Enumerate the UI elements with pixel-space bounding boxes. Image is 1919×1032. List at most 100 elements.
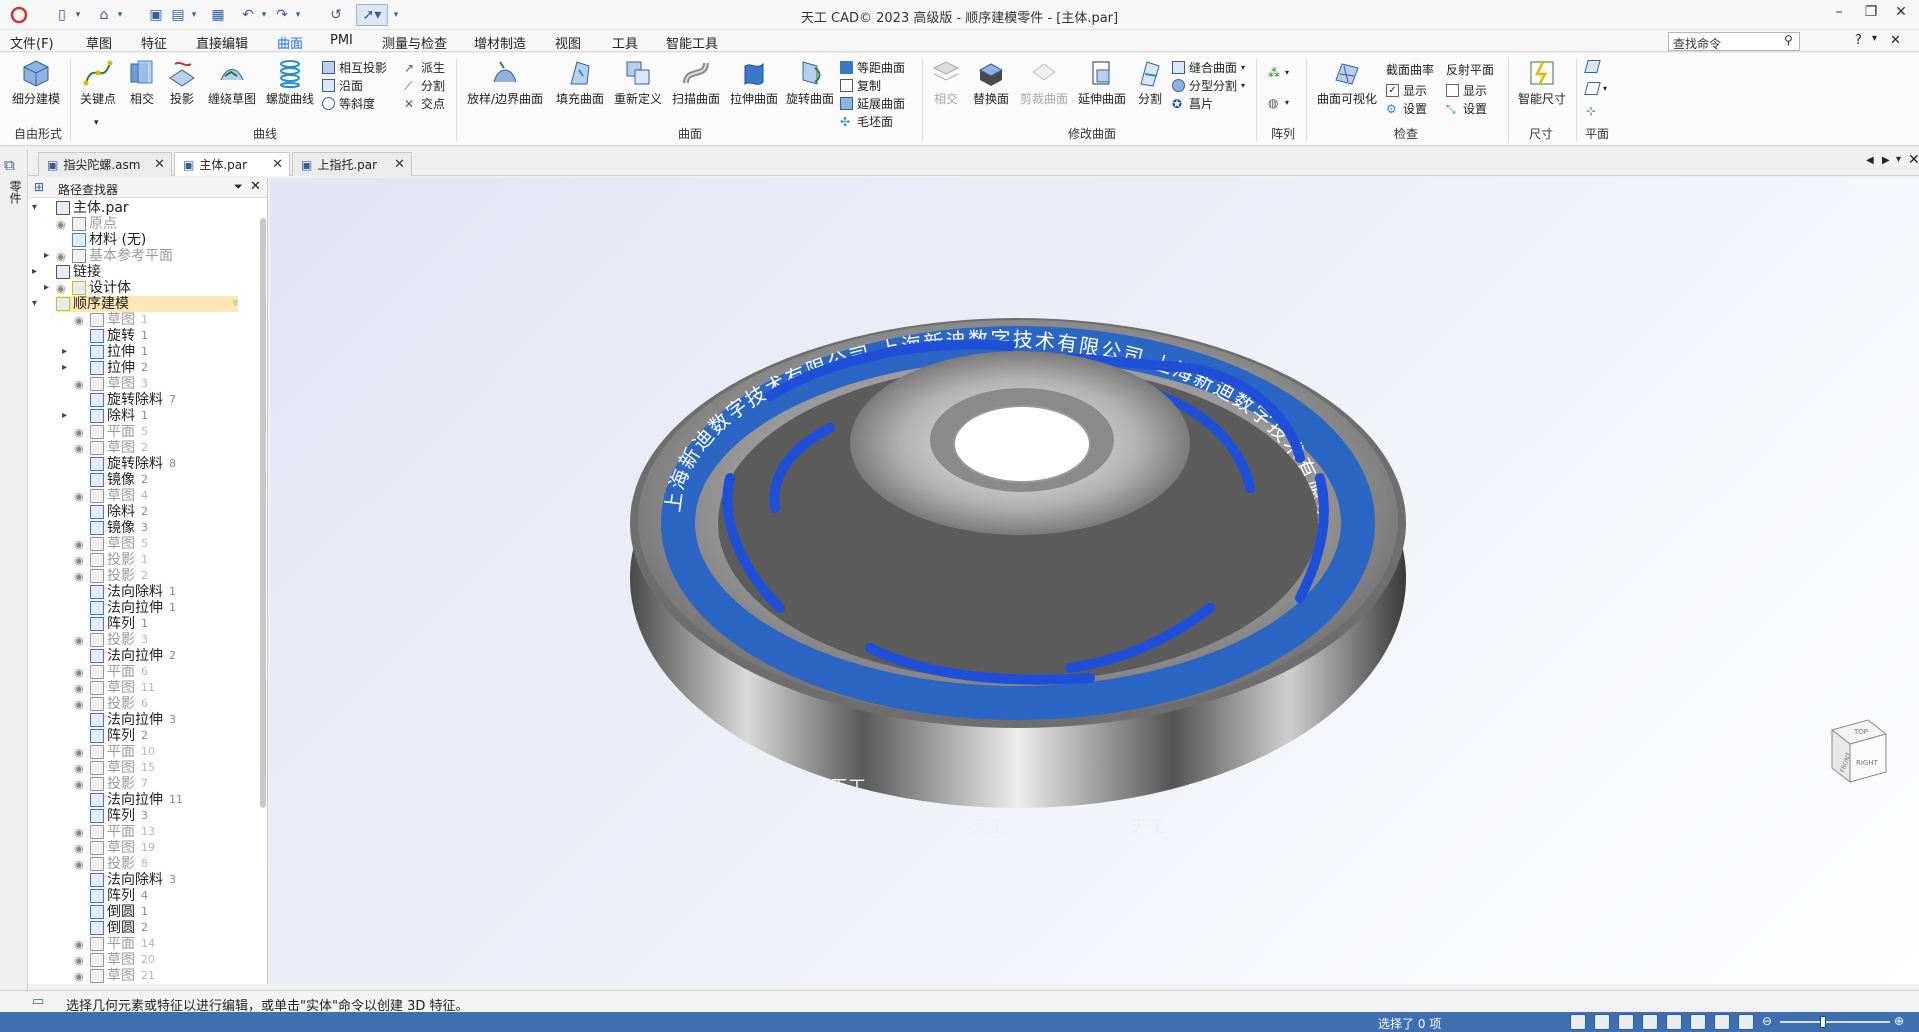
pattern-copy-dropdown-icon[interactable]: ▾ xyxy=(1285,98,1289,107)
visibility-eye-icon[interactable]: ◉ xyxy=(74,570,84,583)
pattern-button-2[interactable]: ◍ ▾ xyxy=(1268,96,1289,110)
smart-dimension-button[interactable]: 智能尺寸 xyxy=(1514,58,1570,107)
visibility-eye-icon[interactable]: ◉ xyxy=(74,378,84,391)
parting-line-button[interactable]: ✪ 菖片 xyxy=(1172,95,1213,112)
menu-view[interactable]: 视图 xyxy=(555,33,581,52)
parting-dropdown-icon[interactable]: ▾ xyxy=(1241,81,1245,90)
view-cube[interactable]: TOP RIGHT FRONT xyxy=(1810,710,1896,796)
collapse-icon[interactable]: ▾ xyxy=(32,202,37,213)
expand-icon[interactable]: ▸ xyxy=(62,410,67,421)
tree-item[interactable]: 草图 20 xyxy=(90,952,155,968)
tree-item[interactable]: 阵列 4 xyxy=(90,888,148,904)
pattern-button-1[interactable]: ⁂ ▾ xyxy=(1268,66,1289,80)
stitch-surface-button[interactable]: 缝合曲面 ▾ xyxy=(1172,59,1245,76)
visibility-eye-icon[interactable]: ◉ xyxy=(74,698,84,711)
tree-item[interactable]: 顺序建模 ▿ xyxy=(56,296,238,312)
parts-tab-label[interactable]: 零件 xyxy=(6,180,22,204)
tree-item[interactable]: 草图 1 xyxy=(90,312,148,328)
copy-surface-button[interactable]: 复制 xyxy=(840,77,881,94)
tab-part-main[interactable]: ▣ 主体.par ✕ xyxy=(174,152,290,176)
isocline-button[interactable]: 等斜度 xyxy=(322,95,375,112)
menu-pmi[interactable]: PMI xyxy=(330,33,353,48)
visibility-eye-icon[interactable]: ◉ xyxy=(74,682,84,695)
parting-split-button[interactable]: 分型分割 ▾ xyxy=(1172,77,1245,94)
pathfinder-filter-icon[interactable]: ⏷ xyxy=(234,180,243,194)
visibility-eye-icon[interactable]: ◉ xyxy=(74,746,84,759)
surface-visualization-button[interactable]: 曲面可视化 xyxy=(1312,58,1382,107)
pan-icon[interactable] xyxy=(1642,1014,1658,1030)
tree-item[interactable]: 平面 5 xyxy=(90,424,148,440)
revolve-surface-button[interactable]: 旋转曲面 xyxy=(782,58,838,107)
along-face-button[interactable]: 沿面 xyxy=(322,77,363,94)
wrap-sketch-button[interactable]: 缠绕草图 xyxy=(204,58,260,107)
pathfinder-close-icon[interactable]: ✕ xyxy=(250,179,261,194)
project-curve-button[interactable]: 投影 xyxy=(164,58,200,107)
extend-face-button[interactable]: 延伸曲面 xyxy=(1074,58,1130,107)
visibility-eye-icon[interactable]: ◉ xyxy=(74,426,84,439)
curvature-settings-button[interactable]: ⚙ 设置 xyxy=(1386,100,1427,117)
visibility-eye-icon[interactable]: ◉ xyxy=(74,490,84,503)
tree-item[interactable]: 投影 6 xyxy=(90,696,148,712)
expand-icon[interactable]: ▸ xyxy=(44,282,49,293)
bluesurf-button[interactable]: 放样/边界曲面 xyxy=(462,58,548,107)
redefine-button[interactable]: 重新定义 xyxy=(610,58,666,107)
menu-direct-edit[interactable]: 直接编辑 xyxy=(196,33,248,52)
visibility-eye-icon[interactable]: ◉ xyxy=(74,858,84,871)
tree-item[interactable]: 法向拉伸 3 xyxy=(90,712,176,728)
subdivision-modeling-button[interactable]: 细分建模 xyxy=(8,58,64,107)
zoom-slider[interactable] xyxy=(1780,1021,1890,1023)
zoom-area-icon[interactable] xyxy=(1570,1014,1586,1030)
visibility-eye-icon[interactable]: ◉ xyxy=(74,762,84,775)
display-icon[interactable] xyxy=(1738,1014,1754,1030)
stitch-dropdown-icon[interactable]: ▾ xyxy=(1241,63,1245,72)
close-tab-icon[interactable]: ✕ xyxy=(154,157,165,172)
tree-item[interactable]: 草图 4 xyxy=(90,488,148,504)
tree-item[interactable]: 草图 15 xyxy=(90,760,155,776)
collapse-icon[interactable]: ▿ xyxy=(233,296,238,312)
visibility-eye-icon[interactable]: ◉ xyxy=(74,666,84,679)
fill-surface-button[interactable]: 填充曲面 xyxy=(552,58,608,107)
tree-item[interactable]: 法向拉伸 1 xyxy=(90,600,176,616)
tree-item[interactable]: 阵列 2 xyxy=(90,728,148,744)
extend-surface-button[interactable]: 延展曲面 xyxy=(840,95,905,112)
tree-item[interactable]: 除料 2 xyxy=(90,504,148,520)
sweep-surface-button[interactable]: 扫描曲面 xyxy=(668,58,724,107)
menu-file[interactable]: 文件(F) xyxy=(10,33,54,52)
visibility-eye-icon[interactable]: ◉ xyxy=(74,778,84,791)
reflect-show-checkbox[interactable]: 显示 xyxy=(1446,82,1487,99)
close-all-tabs-icon[interactable]: ✕ xyxy=(1908,152,1919,168)
reflect-settings-button[interactable]: ⤡ 设置 xyxy=(1446,100,1487,117)
derive-button[interactable]: ↗ 派生 xyxy=(404,59,445,76)
visibility-eye-icon[interactable]: ◉ xyxy=(74,938,84,951)
minimize-icon[interactable]: – xyxy=(1824,4,1854,26)
close-tab-icon[interactable]: ✕ xyxy=(394,157,405,172)
split-face-button[interactable]: 分割 xyxy=(1132,58,1168,107)
intersect-curve-button[interactable]: 相交 xyxy=(124,58,160,107)
tree-item[interactable]: 投影 7 xyxy=(90,776,148,792)
visibility-eye-icon[interactable]: ◉ xyxy=(74,314,84,327)
rough-surface-button[interactable]: ✣ 毛坯面 xyxy=(840,113,893,130)
menu-smart-tools[interactable]: 智能工具 xyxy=(666,33,718,52)
tree-item[interactable]: 平面 10 xyxy=(90,744,155,760)
tree-item[interactable]: 拉伸 1 xyxy=(90,344,148,360)
command-search-input[interactable]: 查找命令 xyxy=(1668,32,1800,51)
tree-item[interactable]: 草图 11 xyxy=(90,680,155,696)
zoom-icon[interactable] xyxy=(1594,1014,1610,1030)
visibility-eye-icon[interactable]: ◉ xyxy=(74,842,84,855)
search-icon[interactable]: ⚲ xyxy=(1784,33,1793,47)
tree-item[interactable]: 链接 xyxy=(56,264,107,280)
tree-item[interactable]: 原点 xyxy=(72,216,123,232)
menu-surfacing[interactable]: 曲面 xyxy=(277,33,304,55)
tree-item[interactable]: 旋转除料 8 xyxy=(90,456,176,472)
tree-item[interactable]: 投影 8 xyxy=(90,856,148,872)
tree-item[interactable]: 旋转除料 7 xyxy=(90,392,176,408)
tree-item[interactable]: 主体.par xyxy=(56,200,135,216)
expand-icon[interactable]: ▸ xyxy=(62,362,67,373)
tab-scroll-left-icon[interactable]: ◀ xyxy=(1866,155,1874,166)
helix-curve-button[interactable]: 螺旋曲线 xyxy=(262,58,318,107)
tree-item[interactable]: 草图 19 xyxy=(90,840,155,856)
tree-item[interactable]: 平面 14 xyxy=(90,936,155,952)
tree-item[interactable]: 阵列 1 xyxy=(90,616,148,632)
visibility-eye-icon[interactable]: ◉ xyxy=(56,250,66,263)
tree-item[interactable]: 除料 1 xyxy=(90,408,148,424)
